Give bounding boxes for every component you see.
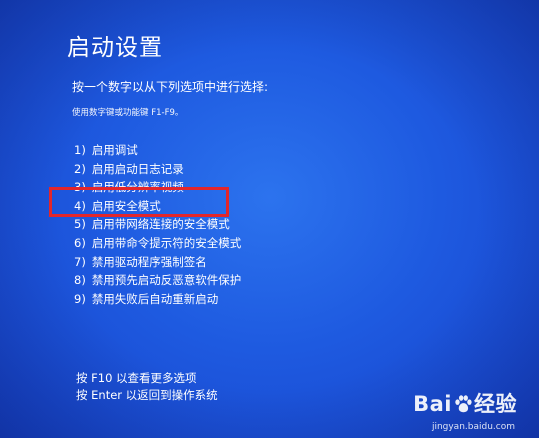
option-number: 1) [74, 143, 86, 157]
option-label: 启用带命令提示符的安全模式 [91, 235, 242, 250]
option-number: 7) [74, 254, 86, 269]
option-disable-driver-signature-enforcement[interactable]: 7) 禁用驱动程序强制签名 [74, 253, 241, 272]
option-number: 6) [74, 235, 86, 250]
paw-icon [455, 395, 472, 413]
option-number: 8) [74, 273, 86, 288]
option-number: 9) [74, 291, 86, 306]
option-enable-boot-logging[interactable]: 2) 启用启动日志记录 [74, 160, 241, 179]
option-disable-auto-restart-on-failure[interactable]: 9) 禁用失败后自动重新启动 [74, 290, 241, 309]
watermark-logo-left: Bai [413, 392, 452, 416]
option-number: 5) [74, 217, 86, 232]
option-label: 启用启动日志记录 [91, 161, 184, 176]
more-options-hint: 按 F10 以查看更多选项 [76, 371, 197, 385]
return-to-os-hint: 按 Enter 以返回到操作系统 [76, 388, 218, 402]
footer-instructions: 按 F10 以查看更多选项 按 Enter 以返回到操作系统 [76, 370, 218, 404]
safe-mode-highlight-box [49, 187, 229, 217]
option-enable-safe-mode-command-prompt[interactable]: 6) 启用带命令提示符的安全模式 [74, 234, 241, 253]
watermark-logo-right: 经验 [474, 392, 517, 416]
key-hint-text: 使用数字键或功能键 F1-F9。 [72, 108, 184, 118]
option-disable-early-launch-antimalware[interactable]: 8) 禁用预先启动反恶意软件保护 [74, 271, 241, 290]
option-label: 禁用驱动程序强制签名 [91, 254, 207, 269]
boot-settings-screen: 启动设置 按一个数字以从下列选项中进行选择: 使用数字键或功能键 F1-F9。 … [0, 0, 539, 438]
option-enable-debugging[interactable]: 1) 启用调试 [74, 141, 241, 160]
boot-options-list: 1) 启用调试 2) 启用启动日志记录 3) 启用低分辨率视频 4) 启用安全模式 5)… [74, 141, 241, 308]
instruction-text: 按一个数字以从下列选项中进行选择: [72, 80, 269, 94]
page-title: 启动设置 [67, 35, 163, 61]
watermark-url: jingyan.baidu.com [431, 422, 515, 432]
option-label: 禁用失败后自动重新启动 [91, 291, 219, 306]
option-enable-safe-mode-networking[interactable]: 5) 启用带网络连接的安全模式 [74, 215, 241, 234]
option-label: 启用带网络连接的安全模式 [91, 217, 230, 232]
option-label: 启用调试 [91, 143, 138, 157]
baidu-jingyan-watermark: Bai 经验 jingyan.baidu.com [403, 382, 521, 434]
watermark-logo: Bai 经验 [413, 388, 517, 418]
option-label: 禁用预先启动反恶意软件保护 [91, 273, 242, 288]
option-number: 2) [74, 161, 86, 176]
